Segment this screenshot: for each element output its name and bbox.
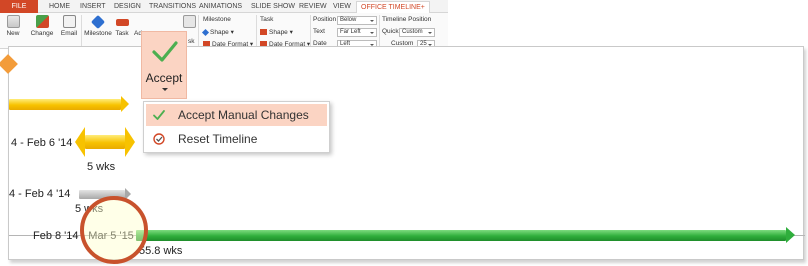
reset-icon xyxy=(153,133,165,145)
tab-review[interactable]: REVIEW xyxy=(299,1,327,13)
task-group-title: Task xyxy=(260,16,274,23)
accept-dropdown-button[interactable]: Accept xyxy=(141,31,187,99)
checkmark-icon xyxy=(153,110,165,120)
milestone-button[interactable]: Milestone xyxy=(84,14,112,37)
change-icon xyxy=(35,15,49,28)
task-shape-label: Shape xyxy=(269,29,288,36)
email-button[interactable]: Email xyxy=(58,15,80,37)
task-bar-top-arrowhead xyxy=(121,96,129,112)
email-icon xyxy=(62,15,76,28)
menu-item-label: Accept Manual Changes xyxy=(178,108,309,122)
task-date-range: 4 - Feb 6 '14 xyxy=(11,137,73,149)
task-duration: 5 wks xyxy=(87,161,116,173)
ribbon: New Change Email Milestone Task Ad sk Mi… xyxy=(0,13,448,49)
milestone-icon xyxy=(90,14,106,30)
ribbon-tab-strip: FILE HOME INSERT DESIGN TRANSITIONS ANIM… xyxy=(0,0,448,14)
shape-icon xyxy=(201,28,210,37)
change-button-label: Change xyxy=(30,30,54,37)
layout-icon xyxy=(182,15,196,28)
ribbon-separator xyxy=(256,15,257,47)
milestone-marker[interactable] xyxy=(0,54,18,74)
task-bar-yellow[interactable] xyxy=(85,135,125,149)
task-shape-button[interactable]: Shape ▾ xyxy=(260,28,293,36)
chevron-down-icon xyxy=(162,88,168,91)
milestone-button-label: Milestone xyxy=(84,30,112,37)
menu-item-label: Reset Timeline xyxy=(178,132,258,146)
ribbon-separator xyxy=(310,15,311,47)
tab-animations[interactable]: ANIMATIONS xyxy=(199,1,242,13)
ribbon-fragment-text: sk xyxy=(188,38,195,45)
quick-label: Quick xyxy=(382,28,399,35)
change-button[interactable]: Change xyxy=(28,15,56,37)
task-button-label: Task xyxy=(115,30,129,37)
menu-item-reset-timeline[interactable]: Reset Timeline xyxy=(146,128,327,150)
task-bar-yellow-right-arrowhead xyxy=(125,127,135,157)
tab-file[interactable]: FILE xyxy=(0,0,38,13)
ribbon-separator xyxy=(379,15,380,47)
milestone-group-title: Milestone xyxy=(203,16,231,23)
task-icon xyxy=(115,19,129,26)
tab-view[interactable]: VIEW xyxy=(333,1,351,13)
tab-slide-show[interactable]: SLIDE SHOW xyxy=(251,1,295,13)
accept-button-label: Accept xyxy=(145,71,183,85)
task-duration: 55.8 wks xyxy=(139,245,183,257)
task-date-range: 4 - Feb 4 '14 xyxy=(9,188,71,200)
milestone-shape-label: Shape xyxy=(210,29,229,36)
tab-transitions[interactable]: TRANSITIONS xyxy=(149,1,196,13)
position-select[interactable]: Below xyxy=(337,16,377,25)
email-button-label: Email xyxy=(60,30,78,37)
menu-item-accept-manual-changes[interactable]: Accept Manual Changes xyxy=(146,104,327,126)
new-button-label: New xyxy=(6,30,20,37)
task-bar-green[interactable] xyxy=(136,230,786,241)
checkmark-icon xyxy=(152,41,178,62)
accept-dropdown-menu: Accept Manual Changes Reset Timeline xyxy=(143,101,330,153)
task-bar-top[interactable] xyxy=(9,99,121,110)
text-position-select[interactable]: Far Left xyxy=(337,28,377,37)
timeline-position-title: Timeline Position xyxy=(382,16,432,23)
shape-icon xyxy=(260,29,267,35)
position-label: Position xyxy=(313,16,337,23)
task-bar-yellow-left-arrowhead xyxy=(75,127,85,157)
new-button[interactable]: New xyxy=(2,15,24,37)
new-timeline-icon xyxy=(6,15,20,28)
text-position-label: Text xyxy=(313,28,325,35)
task-bar-green-arrowhead xyxy=(786,227,795,243)
tab-home[interactable]: HOME xyxy=(49,1,70,13)
tab-insert[interactable]: INSERT xyxy=(80,1,106,13)
layout-button[interactable] xyxy=(182,15,196,30)
milestone-shape-button[interactable]: Shape ▾ xyxy=(201,28,234,37)
tab-design[interactable]: DESIGN xyxy=(114,1,141,13)
quick-select[interactable]: Custom xyxy=(399,28,435,37)
ribbon-separator xyxy=(198,15,199,47)
ribbon-separator xyxy=(81,15,82,47)
task-button[interactable]: Task xyxy=(113,15,131,37)
highlight-circle xyxy=(80,196,148,264)
